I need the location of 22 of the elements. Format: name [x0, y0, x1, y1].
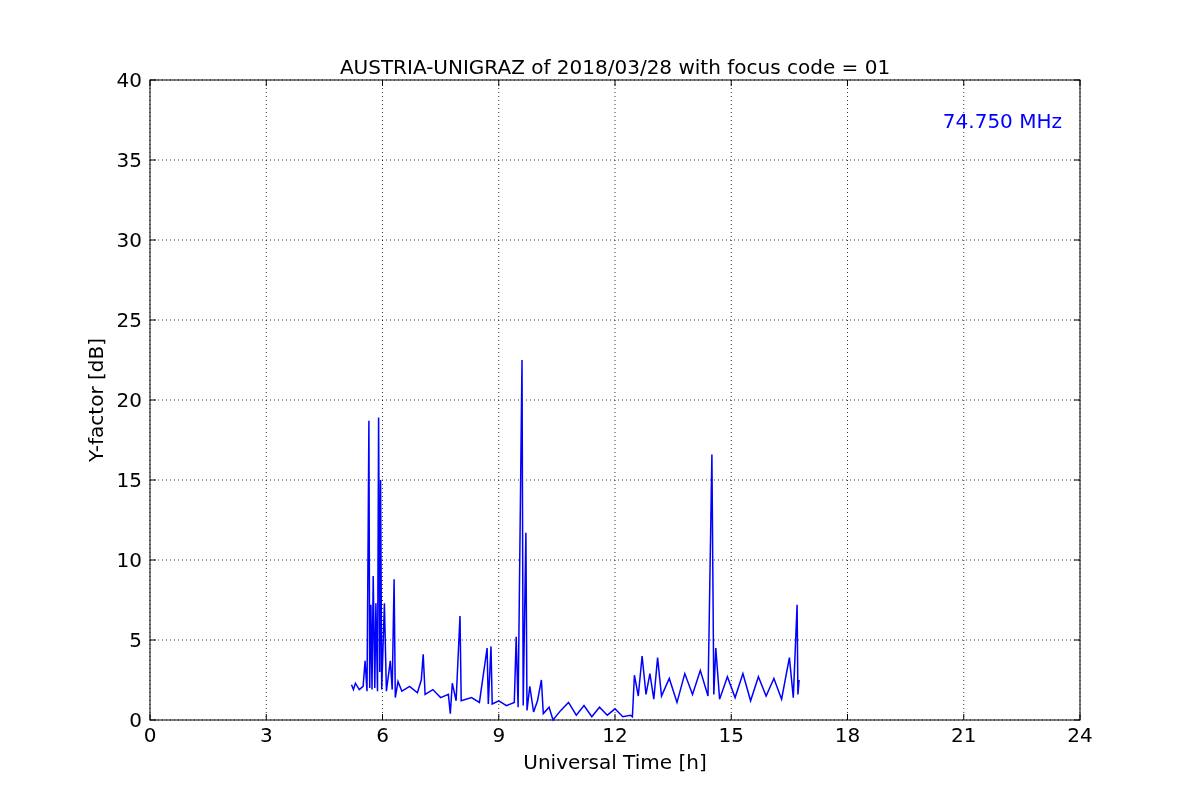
x-tick-label: 15	[718, 723, 744, 747]
y-tick-label: 10	[116, 548, 142, 572]
x-tick-label: 9	[492, 723, 506, 747]
x-axis-label: Universal Time [h]	[523, 750, 707, 774]
frequency-label: 74.750 MHz	[942, 109, 1062, 133]
y-tick-label: 0	[129, 708, 142, 732]
y-tick-label: 15	[116, 468, 142, 492]
y-tick-label: 40	[116, 68, 142, 92]
x-tick-label: 24	[1067, 723, 1093, 747]
y-tick-label: 20	[116, 388, 142, 412]
x-tick-label: 18	[834, 723, 861, 747]
x-tick-label: 3	[259, 723, 273, 747]
y-tick-label: 35	[116, 148, 142, 172]
x-tick-label: 0	[143, 723, 157, 747]
x-tick-label: 21	[951, 723, 977, 747]
y-axis-label: Y-factor [dB]	[84, 338, 108, 462]
y-tick-label: 5	[129, 628, 142, 652]
chart-title: AUSTRIA-UNIGRAZ of 2018/03/28 with focus code = 01	[339, 55, 891, 79]
x-tick-label: 12	[602, 723, 628, 747]
x-tick-label: 6	[376, 723, 389, 747]
y-tick-label: 25	[116, 308, 142, 332]
y-tick-label: 30	[116, 228, 142, 252]
